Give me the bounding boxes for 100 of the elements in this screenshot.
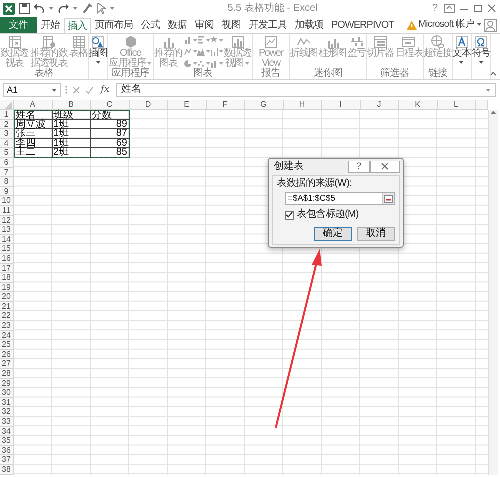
column-header[interactable]: L (438, 100, 476, 110)
column-header[interactable]: B (52, 100, 91, 110)
redo-icon[interactable] (58, 4, 69, 14)
row-header[interactable]: 8 (0, 177, 14, 187)
row-header[interactable]: 14 (0, 234, 14, 244)
row-header[interactable]: 10 (0, 196, 14, 206)
column-header[interactable]: H (284, 100, 322, 110)
row-header[interactable]: 37 (0, 455, 14, 465)
range-field[interactable]: =$A$1:$C$5 (285, 192, 395, 205)
ribbon-button[interactable]: 插图 (88, 35, 108, 79)
column-header[interactable]: A (14, 100, 52, 110)
column-header[interactable]: F (206, 100, 245, 110)
row-header[interactable]: 17 (0, 264, 14, 274)
column-header[interactable]: K (399, 100, 438, 110)
dialog-button[interactable]: 取消 (357, 227, 395, 241)
row-header[interactable]: 5 (0, 148, 14, 158)
dialog-button[interactable]: 确定 (314, 227, 352, 241)
row-header[interactable]: 30 (0, 388, 14, 398)
enter-icon[interactable] (85, 86, 94, 94)
caret-icon (110, 7, 115, 10)
chart-icon (197, 58, 206, 69)
select-all-button[interactable] (0, 100, 14, 110)
maximize-icon[interactable] (473, 4, 483, 13)
row-header[interactable]: 4 (0, 138, 14, 148)
row-header[interactable]: 34 (0, 426, 14, 436)
row-header[interactable]: 38 (0, 464, 14, 475)
column-header[interactable]: J (360, 100, 399, 110)
ribbon-display-icon[interactable] (444, 4, 455, 13)
row-header[interactable]: 35 (0, 436, 14, 446)
row-header[interactable]: 2 (0, 120, 14, 130)
row-header[interactable]: 36 (0, 446, 14, 456)
row-header[interactable]: 6 (0, 158, 14, 168)
name-box[interactable]: A1 (3, 83, 61, 97)
row-header[interactable]: 12 (0, 216, 14, 226)
insert-function-button[interactable]: fx (98, 84, 112, 96)
collapse-dialog-icon[interactable] (384, 194, 393, 202)
spreadsheet-logo-icon[interactable] (3, 2, 15, 14)
row-header[interactable]: 25 (0, 340, 14, 350)
help-button[interactable]: ? (430, 2, 440, 14)
row-header[interactable]: 23 (0, 321, 14, 331)
row-header[interactable]: 28 (0, 369, 14, 379)
avatar-icon[interactable] (484, 18, 497, 32)
ribbon-tab[interactable]: 开发工具 (245, 17, 291, 33)
undo-icon[interactable] (34, 4, 45, 14)
caret-icon (219, 62, 224, 66)
row-header[interactable]: 20 (0, 292, 14, 302)
save-icon[interactable] (19, 3, 30, 14)
row-header[interactable]: 13 (0, 225, 14, 235)
row-header[interactable]: 24 (0, 330, 14, 340)
ribbon-tab[interactable]: 页面布局 (91, 17, 137, 33)
row-header[interactable]: 33 (0, 417, 14, 427)
column-header[interactable]: D (130, 100, 168, 110)
row-header[interactable]: 22 (0, 311, 14, 322)
table-cell: 周立波 (14, 120, 52, 130)
close-button[interactable] (370, 161, 400, 173)
collapse-ribbon-icon[interactable] (490, 71, 497, 76)
brush-icon[interactable] (82, 3, 93, 14)
close-icon[interactable] (487, 4, 497, 13)
row-header[interactable]: 31 (0, 398, 14, 408)
row-header[interactable]: 3 (0, 129, 14, 139)
table-cell: 2班 (52, 148, 91, 158)
pointer-icon[interactable] (97, 3, 106, 14)
ribbon-tab[interactable]: 文件 (0, 17, 37, 33)
ribbon-button[interactable]: 文本 (452, 35, 472, 79)
row-header[interactable]: 15 (0, 244, 14, 254)
ribbon-tab[interactable]: POWERPIVOT (328, 17, 398, 33)
row-header[interactable]: 18 (0, 273, 14, 283)
column-header[interactable]: G (245, 100, 284, 110)
row-header[interactable]: 21 (0, 302, 14, 312)
ribbon-tab[interactable]: 审阅 (191, 17, 218, 33)
row-header[interactable]: 26 (0, 350, 14, 360)
row-header[interactable]: 7 (0, 168, 14, 178)
ribbon-tab[interactable]: 加载项 (291, 17, 328, 33)
scroll-up-icon[interactable] (490, 110, 497, 115)
ribbon-tab[interactable]: 插入 (64, 18, 91, 34)
cancel-icon[interactable] (72, 86, 81, 94)
ribbon-tab[interactable]: 数据 (164, 17, 191, 33)
column-header[interactable]: C (91, 100, 130, 110)
row-header[interactable]: 19 (0, 282, 14, 292)
formula-field[interactable]: 姓名 (116, 83, 496, 97)
row-header[interactable]: 27 (0, 359, 14, 370)
ribbon-tab[interactable]: 开始 (37, 17, 64, 33)
row-header[interactable]: 16 (0, 254, 14, 264)
column-header[interactable]: I (322, 100, 360, 110)
row-header[interactable]: 11 (0, 206, 14, 216)
help-button[interactable]: ? (348, 161, 370, 173)
scrollbar[interactable] (488, 110, 498, 475)
row-header[interactable]: 1 (0, 110, 14, 120)
column-header[interactable]: E (168, 100, 206, 110)
ribbon-button[interactable]: 符号 (472, 35, 490, 79)
text-box-icon (454, 35, 469, 49)
row-header[interactable]: 32 (0, 407, 14, 417)
checkbox[interactable] (285, 210, 294, 220)
account-menu[interactable]: Microsoft 帐户 (418, 19, 482, 31)
table-cell: 87 (91, 129, 130, 139)
window-title: 5.5 表格功能 - Excel (226, 2, 319, 14)
ribbon-tab[interactable]: 视图 (218, 17, 245, 33)
ribbon-tab[interactable]: 公式 (137, 17, 164, 33)
row-header[interactable]: 29 (0, 378, 14, 388)
row-header[interactable]: 9 (0, 186, 14, 196)
